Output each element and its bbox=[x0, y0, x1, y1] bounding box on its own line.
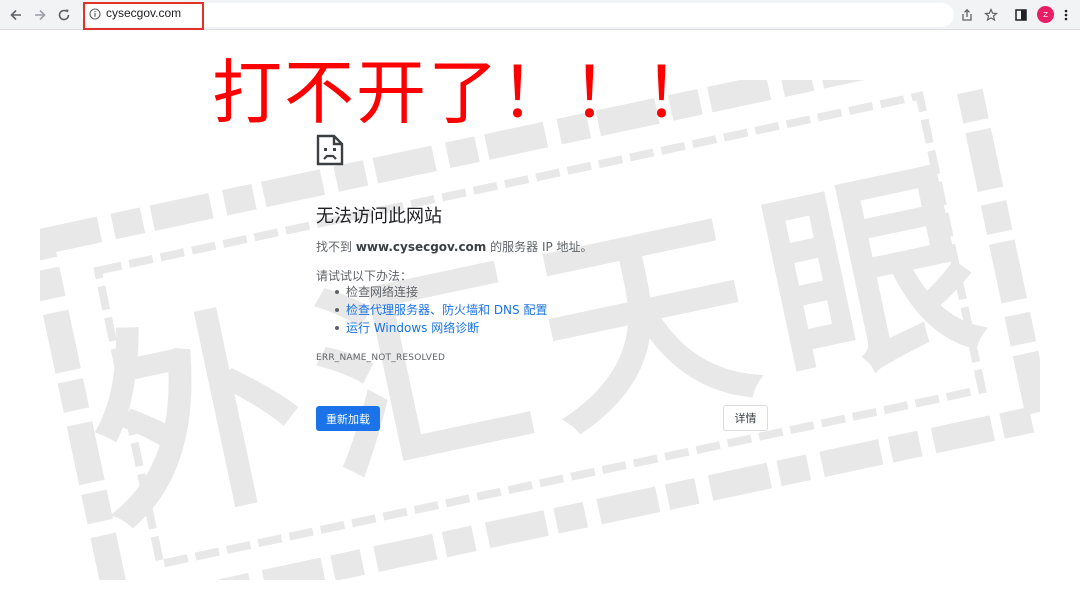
reload-button[interactable]: 重新加载 bbox=[316, 406, 380, 431]
side-panel-button[interactable] bbox=[1011, 5, 1031, 25]
share-button[interactable] bbox=[957, 5, 977, 25]
star-icon bbox=[984, 8, 998, 22]
error-code: ERR_NAME_NOT_RESOLVED bbox=[316, 353, 446, 363]
annotation-text: 打不开了！！！ bbox=[212, 52, 716, 134]
avatar-initial: Z bbox=[1043, 10, 1048, 19]
side-panel-icon bbox=[1015, 9, 1027, 21]
sad-page-icon bbox=[316, 134, 344, 166]
error-desc-prefix: 找不到 bbox=[316, 240, 356, 254]
browser-toolbar: cysecgov.com Z bbox=[0, 0, 1080, 30]
suggestion-list: 检查网络连接 检查代理服务器、防火墙和 DNS 配置 运行 Windows 网络… bbox=[316, 283, 547, 337]
details-button[interactable]: 详情 bbox=[723, 405, 768, 431]
suggestion-check-proxy-link[interactable]: 检查代理服务器、防火墙和 DNS 配置 bbox=[334, 301, 547, 319]
forward-arrow-icon bbox=[35, 9, 46, 21]
bookmark-button[interactable] bbox=[981, 5, 1001, 25]
reload-icon bbox=[58, 9, 70, 21]
back-button[interactable] bbox=[6, 5, 26, 25]
watermark-text: 外汇天眼 bbox=[68, 132, 1019, 563]
share-icon bbox=[962, 8, 972, 21]
try-label: 请试试以下办法： bbox=[316, 269, 413, 283]
profile-avatar[interactable]: Z bbox=[1037, 6, 1054, 23]
error-domain: www.cysecgov.com bbox=[355, 240, 487, 254]
forward-button[interactable] bbox=[30, 5, 50, 25]
error-desc-suffix: 的服务器 IP 地址。 bbox=[486, 240, 593, 254]
url-highlight-box bbox=[83, 2, 204, 30]
suggestion-run-diagnostics-link[interactable]: 运行 Windows 网络诊断 bbox=[334, 319, 547, 337]
more-vert-icon bbox=[1064, 9, 1068, 21]
error-title: 无法访问此网站 bbox=[316, 206, 442, 227]
menu-button[interactable] bbox=[1056, 5, 1076, 25]
suggestion-check-network: 检查网络连接 bbox=[334, 283, 547, 301]
reload-toolbar-button[interactable] bbox=[54, 5, 74, 25]
back-arrow-icon bbox=[10, 9, 21, 21]
error-description: 找不到 www.cysecgov.com 的服务器 IP 地址。 bbox=[316, 238, 593, 255]
address-bar[interactable] bbox=[82, 3, 954, 27]
